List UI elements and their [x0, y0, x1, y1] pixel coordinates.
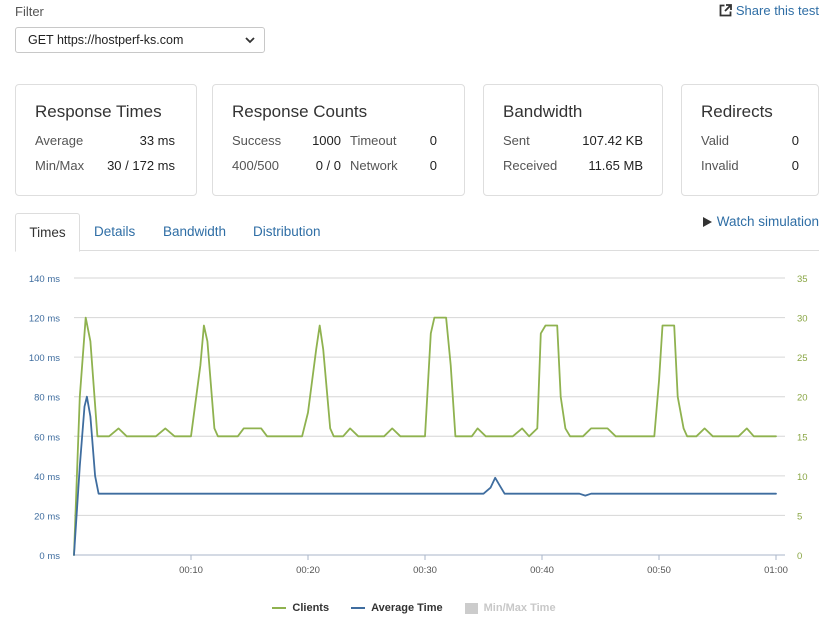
- legend-label-average-time: Average Time: [371, 602, 443, 614]
- sent-label: Sent: [503, 133, 530, 148]
- watch-simulation-link[interactable]: Watch simulation: [702, 214, 819, 229]
- right-axis-ticks: 0 5 10 15 20 25 30 35: [797, 274, 808, 562]
- network-label: Network: [350, 158, 398, 173]
- right-axis-tick-label: 35: [797, 274, 808, 285]
- left-axis-ticks: 0 ms 20 ms 40 ms 60 ms 80 ms 100 ms 120 ms 140 …: [29, 274, 60, 562]
- left-axis-tick-label: 100 ms: [29, 353, 60, 364]
- play-icon: [702, 216, 712, 227]
- sent-value: 107.42 KB: [582, 133, 643, 148]
- right-axis-tick-label: 30: [797, 314, 808, 325]
- legend-swatch-average-time: [351, 607, 366, 609]
- left-axis-tick-label: 60 ms: [34, 432, 60, 443]
- filter-select[interactable]: GET https://hostperf-ks.com: [15, 27, 265, 53]
- x-axis-tick-label: 00:30: [413, 565, 437, 576]
- valid-label: Valid: [701, 133, 729, 148]
- card-title: Response Times: [35, 102, 162, 121]
- card-title: Redirects: [701, 102, 773, 121]
- legend-label-minmax-time: Min/Max Time: [483, 602, 556, 614]
- left-axis-tick-label: 80 ms: [34, 393, 60, 404]
- external-link-icon: [719, 4, 732, 17]
- card-title: Bandwidth: [503, 102, 583, 121]
- filter-selected-value: GET https://hostperf-ks.com: [28, 33, 184, 47]
- legend-swatch-clients: [272, 607, 287, 609]
- chevron-down-icon: [245, 37, 255, 44]
- left-axis-tick-label: 0 ms: [39, 551, 60, 562]
- share-test-link[interactable]: Share this test: [719, 3, 819, 18]
- watch-simulation-label: Watch simulation: [716, 214, 819, 229]
- average-value: 33 ms: [139, 133, 175, 148]
- x-axis-tick-label: 00:40: [530, 565, 554, 576]
- invalid-label: Invalid: [701, 158, 739, 173]
- chart-tabs: Times Details Bandwidth Distribution: [15, 213, 819, 252]
- received-label: Received: [503, 158, 558, 173]
- chart-grid: [74, 277, 785, 556]
- tab-details[interactable]: Details: [94, 213, 135, 251]
- received-value: 11.65 MB: [588, 158, 643, 173]
- network-value: 0: [429, 158, 437, 173]
- left-axis-tick-label: 20 ms: [34, 511, 60, 522]
- legend-item-clients[interactable]: Clients: [272, 602, 329, 614]
- legend-swatch-minmax-time: [464, 602, 478, 614]
- status-error-value: 0 / 0: [315, 158, 341, 173]
- left-axis-tick-label: 40 ms: [34, 472, 60, 483]
- redirects-card: Redirects Valid 0 Invalid 0: [681, 84, 819, 196]
- average-label: Average: [35, 133, 84, 148]
- card-title: Response Counts: [232, 102, 368, 121]
- left-axis-tick-label: 120 ms: [29, 314, 60, 325]
- right-axis-tick-label: 10: [797, 472, 808, 483]
- right-axis-tick-label: 0: [797, 551, 802, 562]
- legend-item-minmax-time[interactable]: Min/Max Time: [464, 602, 556, 614]
- valid-value: 0: [791, 133, 799, 148]
- minmax-label: Min/Max: [35, 158, 85, 173]
- minmax-value: 30 / 172 ms: [107, 158, 175, 173]
- share-test-label: Share this test: [735, 3, 819, 18]
- x-axis-tick-label: 01:00: [764, 565, 788, 576]
- success-value: 1000: [312, 133, 341, 148]
- response-times-card: Response Times Average 33 ms Min/Max 30 …: [15, 84, 197, 196]
- x-axis-tick-label: 00:50: [647, 565, 671, 576]
- tab-distribution[interactable]: Distribution: [253, 213, 321, 251]
- right-axis-tick-label: 20: [797, 393, 808, 404]
- x-axis-tick-label: 00:20: [296, 565, 320, 576]
- timeout-value: 0: [429, 133, 437, 148]
- filter-label: Filter: [15, 4, 44, 19]
- response-times-chart: 0 ms 20 ms 40 ms 60 ms 80 ms 100 ms 120 ms 140 …: [29, 274, 808, 576]
- right-axis-tick-label: 5: [797, 511, 802, 522]
- timeout-label: Timeout: [350, 133, 397, 148]
- x-axis-tick-label: 00:10: [179, 565, 203, 576]
- invalid-value: 0: [791, 158, 799, 173]
- bandwidth-card: Bandwidth Sent 107.42 KB Received 11.65 …: [483, 84, 663, 196]
- chart-legend: Clients Average Time Min/Max Time: [0, 602, 828, 614]
- left-axis-tick-label: 140 ms: [29, 274, 60, 285]
- legend-item-average-time[interactable]: Average Time: [351, 602, 443, 614]
- right-axis-tick-label: 25: [797, 353, 808, 364]
- legend-label-clients: Clients: [292, 602, 330, 614]
- success-label: Success: [232, 133, 282, 148]
- tab-times[interactable]: Times: [15, 213, 80, 252]
- tab-bandwidth[interactable]: Bandwidth: [163, 213, 226, 251]
- status-error-label: 400/500: [232, 158, 279, 173]
- right-axis-tick-label: 15: [797, 432, 808, 443]
- x-axis-ticks: 00:10 00:20 00:30 00:40 00:50 01:00: [179, 555, 788, 576]
- response-counts-card: Response Counts Success 1000 Timeout 0 4…: [212, 84, 465, 196]
